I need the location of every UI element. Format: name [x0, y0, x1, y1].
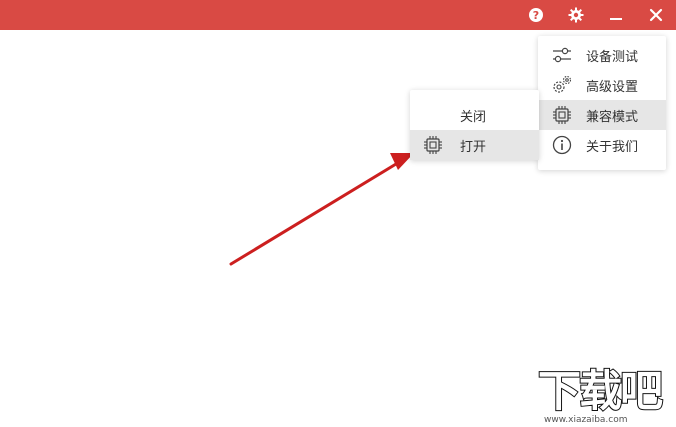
menu-item-about-us[interactable]: 关于我们: [538, 130, 666, 160]
gears-icon: [551, 74, 573, 96]
chip-icon: [551, 104, 573, 126]
menu-item-label: 打开: [460, 139, 487, 155]
compat-mode-submenu: 关闭 打开: [410, 90, 539, 160]
chip-icon: [422, 134, 444, 156]
menu-item-compat-mode[interactable]: 兼容模式: [538, 100, 666, 130]
menu-item-label: 关于我们: [586, 139, 639, 155]
menu-item-advanced-settings[interactable]: 高级设置: [538, 70, 666, 100]
submenu-item-off[interactable]: 关闭: [410, 100, 539, 130]
settings-menu: 设备测试 高级设置 兼容模式 关于我们: [538, 36, 666, 170]
info-icon: [551, 134, 573, 156]
app-window: ? 设备测试 高级设置 兼容模式 关于我们 关闭 打开 下载吧 www.xiaz…: [0, 0, 676, 427]
menu-item-device-test[interactable]: 设备测试: [538, 40, 666, 70]
menu-item-label: 兼容模式: [586, 109, 639, 125]
submenu-item-on[interactable]: 打开: [410, 130, 539, 160]
menu-item-label: 高级设置: [586, 79, 639, 95]
watermark-brand: 下载吧: [537, 367, 664, 417]
watermark-url: www.xiazaiba.com: [544, 415, 628, 425]
menu-item-label: 关闭: [460, 109, 487, 125]
menu-item-label: 设备测试: [586, 49, 639, 65]
watermark-logo: 下载吧 www.xiazaiba.com: [537, 367, 674, 426]
sliders-icon: [551, 44, 573, 66]
